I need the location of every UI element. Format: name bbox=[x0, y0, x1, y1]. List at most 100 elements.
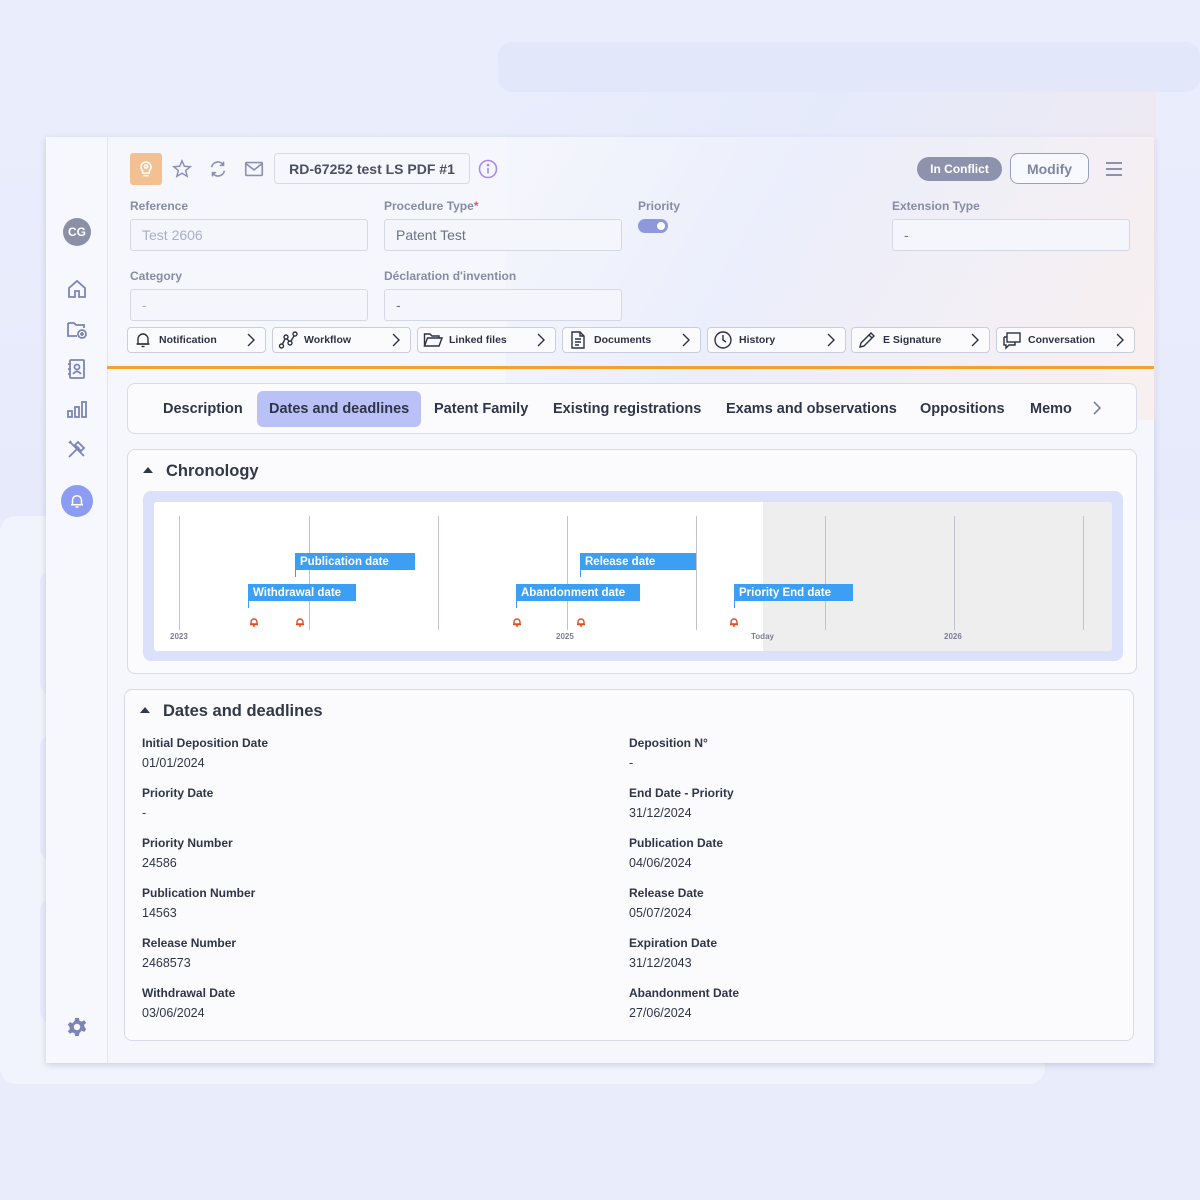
timeline-gridline bbox=[954, 516, 955, 630]
expiration-date-label: Expiration Date bbox=[629, 936, 718, 950]
conversation-tab[interactable]: Conversation bbox=[996, 327, 1135, 353]
header-divider bbox=[107, 366, 1154, 369]
release-date-value: 05/07/2024 bbox=[629, 906, 692, 920]
extension-type-label: Extension Type bbox=[892, 199, 980, 213]
extension-type-field[interactable]: - bbox=[892, 219, 1130, 251]
clock-icon bbox=[713, 330, 733, 350]
timeline-frame: 2023 2025 Today 2026 Publication date Wi… bbox=[143, 491, 1123, 661]
event-priority-end-date[interactable]: Priority End date bbox=[734, 584, 853, 601]
workflow-tab[interactable]: Workflow bbox=[272, 327, 411, 353]
sidebar: CG bbox=[46, 137, 108, 1063]
tab-patent-family[interactable]: Patent Family bbox=[422, 391, 540, 427]
status-badge: In Conflict bbox=[917, 157, 1002, 181]
procedure-type-label: Procedure Type* bbox=[384, 199, 479, 213]
alarm-bell-icon bbox=[296, 618, 304, 627]
tick-label: 2023 bbox=[170, 632, 188, 641]
chevron-right-icon bbox=[827, 333, 835, 347]
tab-oppositions[interactable]: Oppositions bbox=[908, 391, 1017, 427]
pen-icon bbox=[857, 330, 877, 350]
withdrawal-date-value: 03/06/2024 bbox=[142, 1006, 205, 1020]
linked-files-tab[interactable]: Linked files bbox=[417, 327, 556, 353]
expiration-date-value: 31/12/2043 bbox=[629, 956, 692, 970]
timeline-gridline bbox=[825, 516, 826, 630]
reference-field[interactable]: Test 2606 bbox=[130, 219, 368, 251]
avatar[interactable]: CG bbox=[63, 218, 91, 246]
background-shape bbox=[498, 42, 1200, 92]
documents-tab[interactable]: Documents bbox=[562, 327, 701, 353]
event-withdrawal-date[interactable]: Withdrawal date bbox=[248, 584, 356, 601]
tools-icon[interactable] bbox=[65, 437, 89, 461]
folder-open-icon bbox=[423, 330, 444, 350]
tab-exams-and-observations[interactable]: Exams and observations bbox=[714, 391, 909, 427]
alarm-bell-icon bbox=[250, 618, 258, 627]
event-abandonment-date[interactable]: Abandonment date bbox=[516, 584, 640, 601]
reference-label: Reference bbox=[130, 199, 189, 213]
contacts-icon[interactable] bbox=[65, 357, 89, 381]
tick-label: Today bbox=[751, 632, 774, 641]
initial-deposition-date-value: 01/01/2024 bbox=[142, 756, 205, 770]
timeline-gridline bbox=[309, 516, 310, 630]
procedure-type-field[interactable]: Patent Test bbox=[384, 219, 622, 251]
priority-toggle[interactable] bbox=[638, 219, 668, 233]
collapse-caret-icon[interactable] bbox=[140, 707, 150, 713]
declaration-field[interactable]: - bbox=[384, 289, 622, 321]
tab-dates-and-deadlines[interactable]: Dates and deadlines bbox=[257, 391, 422, 427]
bell-icon bbox=[133, 330, 153, 350]
e-signature-tab[interactable]: E Signature bbox=[851, 327, 990, 353]
section-tabs: Description Dates and deadlines Patent F… bbox=[127, 383, 1137, 434]
workflow-icon bbox=[278, 330, 298, 350]
home-icon[interactable] bbox=[65, 277, 89, 301]
tab-description[interactable]: Description bbox=[151, 391, 255, 427]
collapse-caret-icon[interactable] bbox=[143, 467, 153, 473]
tab-existing-registrations[interactable]: Existing registrations bbox=[541, 391, 713, 427]
alarm-bell-icon bbox=[730, 618, 738, 627]
bell-icon bbox=[71, 495, 83, 508]
tick-label: 2026 bbox=[944, 632, 962, 641]
chevron-right-icon bbox=[537, 333, 545, 347]
notifications-button[interactable] bbox=[61, 485, 93, 517]
event-publication-date[interactable]: Publication date bbox=[295, 553, 415, 570]
modify-button[interactable]: Modify bbox=[1010, 153, 1089, 184]
chronology-title: Chronology bbox=[166, 462, 259, 480]
chevron-right-icon bbox=[247, 333, 255, 347]
mail-icon[interactable] bbox=[238, 153, 270, 185]
deposition-number-value: - bbox=[629, 756, 634, 770]
initial-deposition-date-label: Initial Deposition Date bbox=[142, 736, 269, 750]
end-date-priority-label: End Date - Priority bbox=[629, 786, 734, 800]
future-region bbox=[763, 502, 1112, 651]
priority-date-value: - bbox=[142, 806, 147, 820]
document-icon bbox=[568, 330, 588, 350]
timeline-gridline bbox=[179, 516, 180, 630]
chart-icon[interactable] bbox=[65, 397, 89, 421]
chevron-right-icon bbox=[971, 333, 979, 347]
priority-label: Priority bbox=[638, 199, 681, 213]
folder-add-icon[interactable] bbox=[65, 317, 89, 341]
alarm-bell-icon bbox=[577, 618, 585, 627]
timeline: 2023 2025 Today 2026 Publication date Wi… bbox=[154, 502, 1112, 651]
category-field[interactable]: - bbox=[130, 289, 368, 321]
alarm-bell-icon bbox=[513, 618, 521, 627]
tab-memo[interactable]: Memo bbox=[1018, 391, 1084, 427]
release-number-label: Release Number bbox=[142, 936, 237, 950]
timeline-gridline bbox=[1083, 516, 1084, 630]
idea-badge bbox=[130, 153, 162, 185]
dates-deadlines-panel: Dates and deadlines Initial Deposition D… bbox=[124, 689, 1134, 1041]
notification-tab[interactable]: Notification bbox=[127, 327, 266, 353]
dates-deadlines-title: Dates and deadlines bbox=[163, 702, 323, 720]
lightbulb-icon bbox=[140, 161, 152, 177]
publication-date-value: 04/06/2024 bbox=[629, 856, 692, 870]
event-release-date[interactable]: Release date bbox=[580, 553, 696, 570]
priority-number-label: Priority Number bbox=[142, 836, 233, 850]
chevron-right-icon bbox=[392, 333, 400, 347]
chevron-right-icon bbox=[1116, 333, 1124, 347]
gear-icon[interactable] bbox=[66, 1016, 88, 1038]
hamburger-menu-icon[interactable] bbox=[1104, 159, 1124, 179]
publication-number-label: Publication Number bbox=[142, 886, 256, 900]
info-icon[interactable] bbox=[478, 159, 498, 179]
favorite-star-icon[interactable] bbox=[166, 153, 198, 185]
publication-number-value: 14563 bbox=[142, 906, 177, 920]
history-tab[interactable]: History bbox=[707, 327, 846, 353]
timeline-gridline bbox=[696, 516, 697, 630]
chevron-right-icon[interactable] bbox=[1090, 398, 1104, 418]
sync-icon[interactable] bbox=[202, 153, 234, 185]
